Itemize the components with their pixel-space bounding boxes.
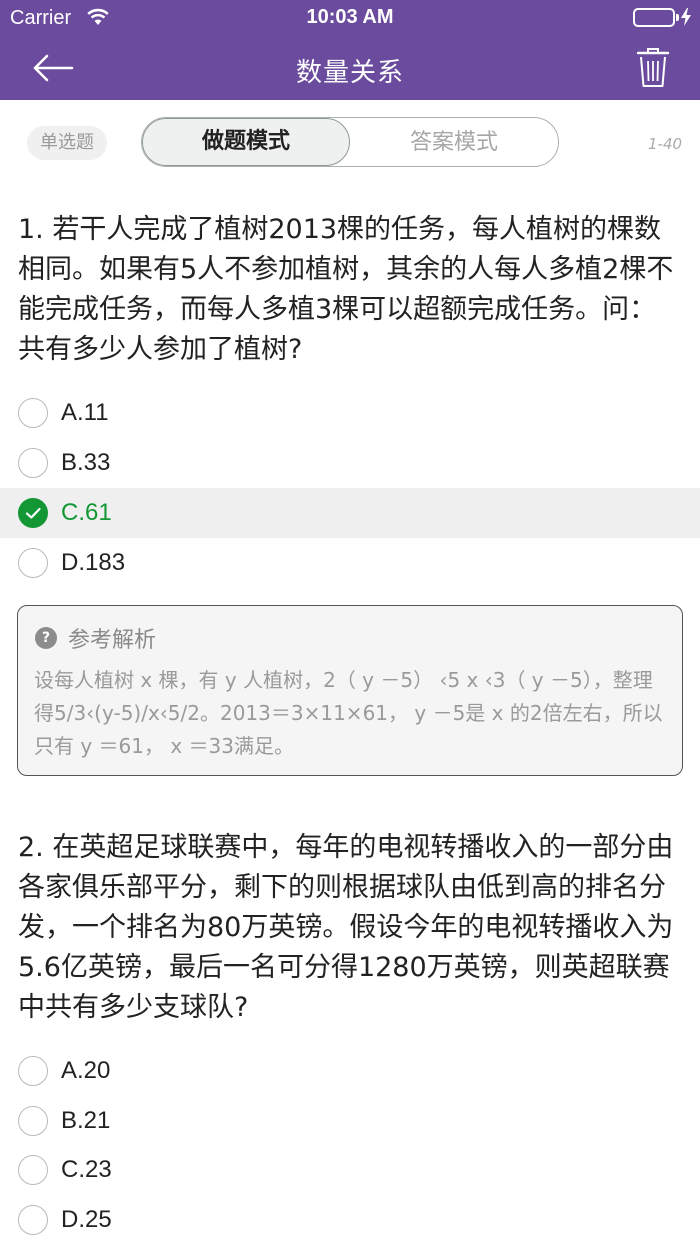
option-label: D.183 [61,549,126,576]
option-label: B.21 [61,1107,111,1134]
option-b[interactable]: B.33 [0,438,700,488]
trash-icon[interactable] [634,46,672,90]
option-label: C.61 [61,499,112,526]
option-b[interactable]: B.21 [0,1096,700,1146]
option-a[interactable]: A.20 [0,1046,700,1096]
top-bar: Carrier 10:03 AM 数量关系 [0,0,700,100]
option-label: A.20 [61,1057,111,1084]
status-bar: Carrier 10:03 AM [0,0,700,36]
radio-unchecked-icon[interactable] [18,1155,48,1185]
mode-bar: 单选题 做题模式 答案模式 1-40 [0,100,700,190]
mode-segmented-control: 做题模式 答案模式 [141,117,559,167]
option-a[interactable]: A.11 [0,388,700,438]
analysis-text: 设每人植树 x 棵，有 y 人植树，2（ y －5） ‹5 x ‹3（ y －5… [34,668,663,758]
radio-unchecked-icon[interactable] [18,1106,48,1136]
option-c[interactable]: C.23 [0,1145,700,1195]
tab-answer-mode[interactable]: 答案模式 [350,118,558,166]
question-type-badge: 单选题 [27,126,107,160]
battery-tip [676,14,679,21]
radio-unchecked-icon[interactable] [18,448,48,478]
question-text: 2. 在英超足球联赛中，每年的电视转播收入的一部分由各家俱乐部平分，剩下的则根据… [18,832,674,1023]
battery-icon [633,8,675,27]
option-label: D.25 [61,1206,112,1233]
option-d[interactable]: D.25 [0,1195,700,1244]
tab-practice-mode[interactable]: 做题模式 [142,118,350,166]
option-label: B.33 [61,449,111,476]
option-d[interactable]: D.183 [0,538,700,588]
analysis-box: ? 参考解析 设每人植树 x 棵，有 y 人植树，2（ y －5） ‹5 x ‹… [17,605,683,776]
nav-bar: 数量关系 [0,36,700,100]
question-range: 1-40 [648,135,683,153]
option-label: A.11 [61,399,109,426]
charging-bolt-icon [681,8,691,31]
option-c-selected[interactable]: C.61 [0,488,700,538]
analysis-title: 参考解析 [68,628,157,653]
status-time: 10:03 AM [306,6,394,28]
page-title: 数量关系 [295,58,404,88]
radio-unchecked-icon[interactable] [18,1205,48,1235]
checkmark-circle-icon[interactable] [18,498,48,528]
radio-unchecked-icon[interactable] [18,548,48,578]
question-text: 1. 若干人完成了植树2013棵的任务，每人植树的棵数相同。如果有5人不参加植树… [18,214,674,365]
radio-unchecked-icon[interactable] [18,1056,48,1086]
question-mark-icon: ? [35,627,57,649]
option-label: C.23 [61,1156,112,1183]
arrow-left-icon[interactable] [28,48,78,88]
radio-unchecked-icon[interactable] [18,398,48,428]
